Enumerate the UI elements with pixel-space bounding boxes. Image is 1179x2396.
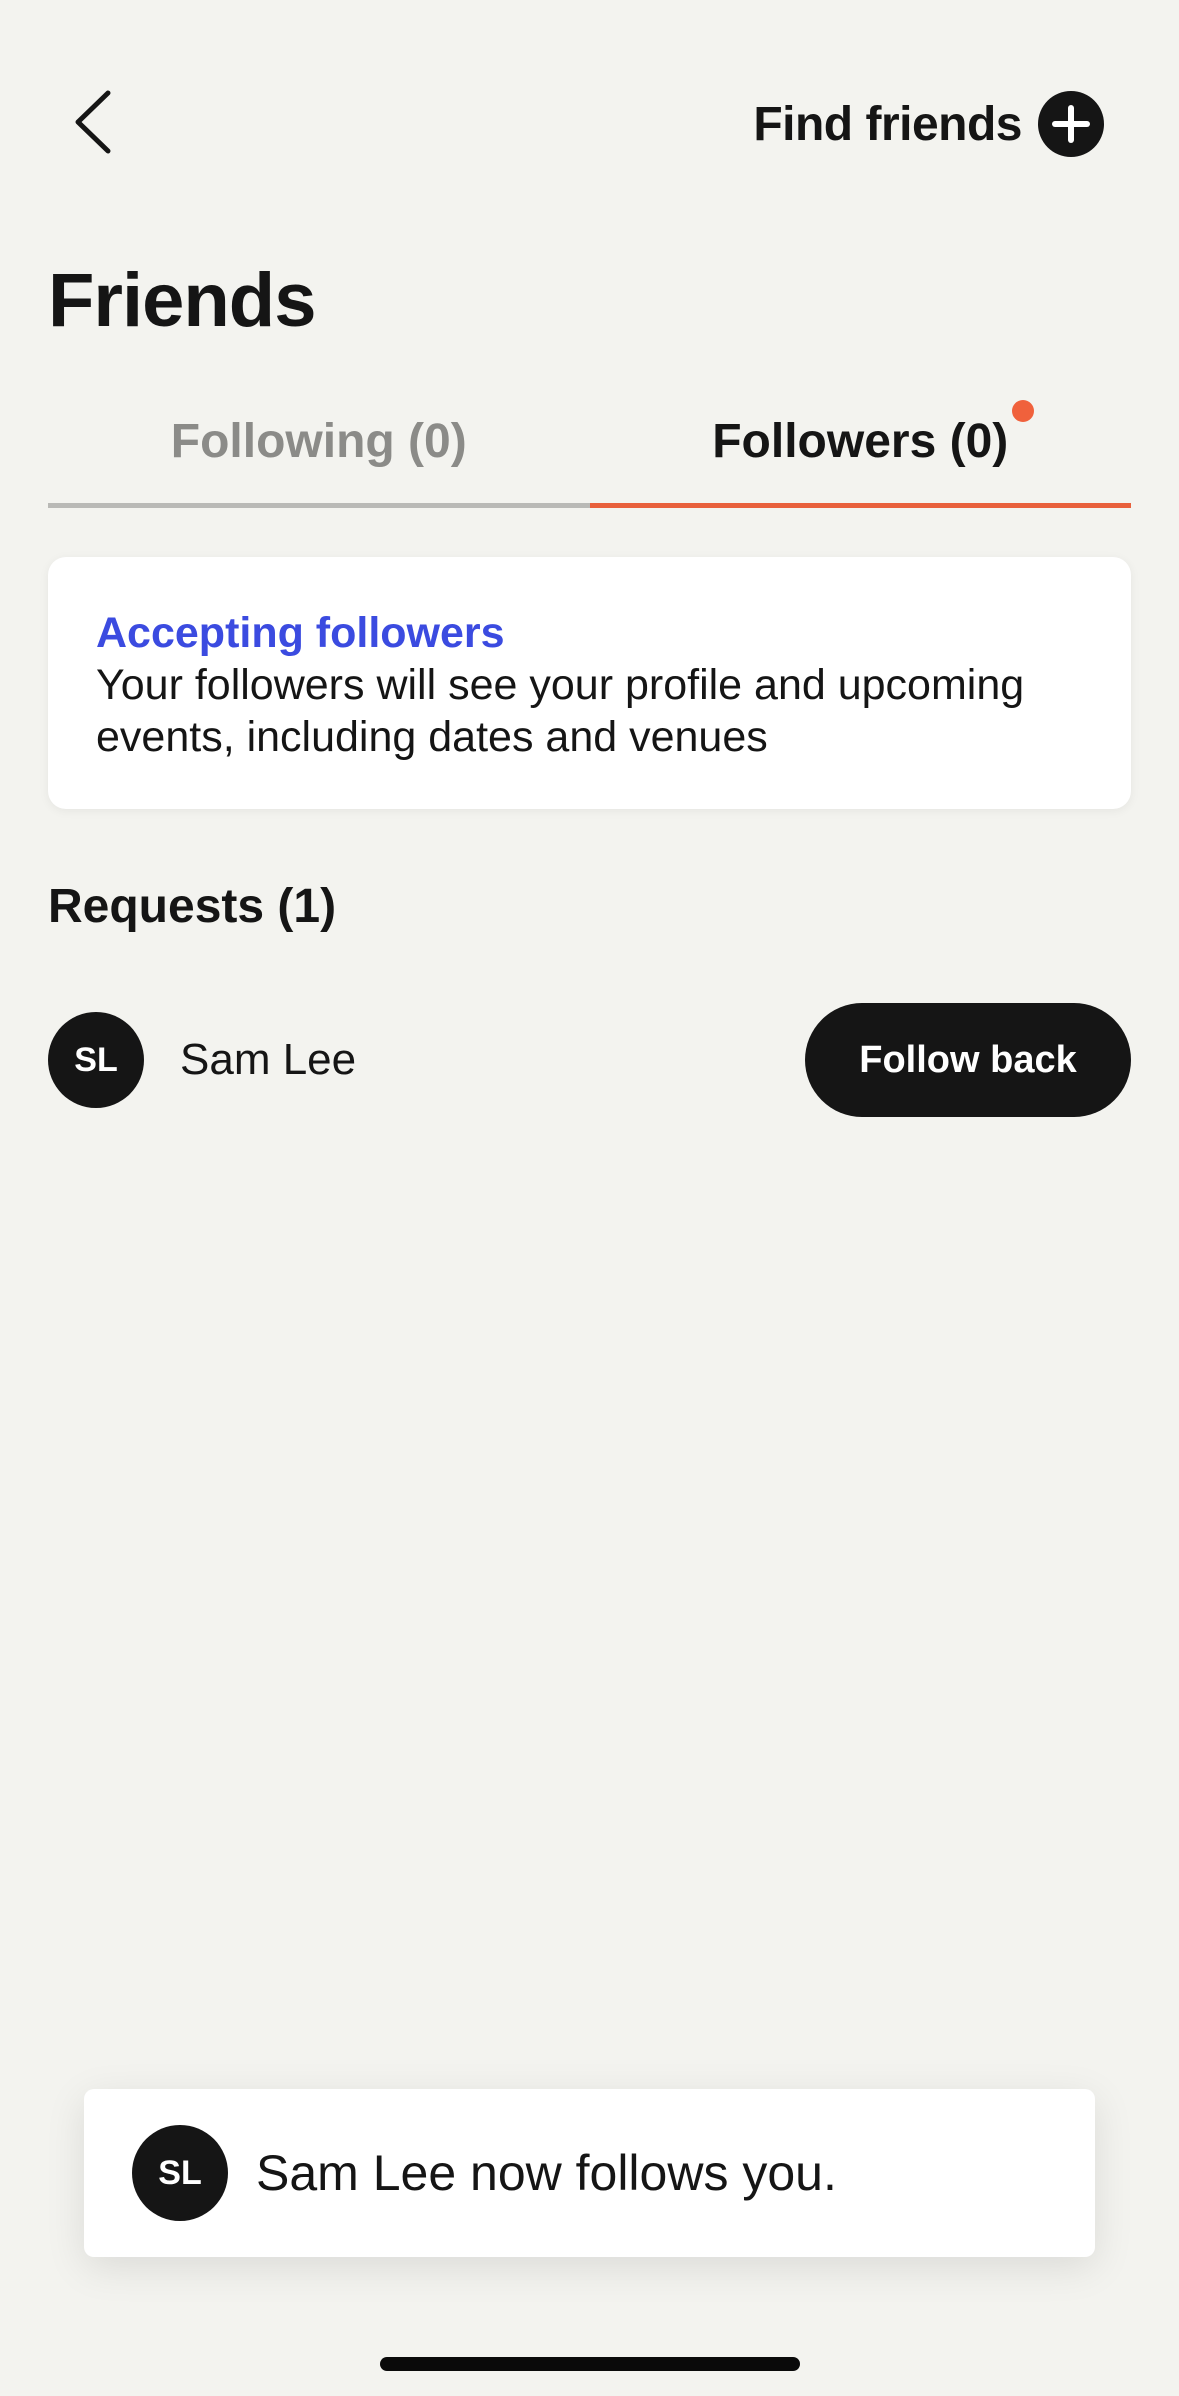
follow-back-button[interactable]: Follow back bbox=[805, 1003, 1131, 1117]
find-friends-label: Find friends bbox=[753, 97, 1022, 151]
chevron-left-icon bbox=[75, 90, 111, 154]
info-card-title: Accepting followers bbox=[96, 609, 505, 657]
tab-following-label: Following (0) bbox=[170, 415, 467, 468]
avatar[interactable]: SL bbox=[48, 1012, 144, 1108]
toast-avatar: SL bbox=[132, 2125, 228, 2221]
tab-followers[interactable]: Followers (0) bbox=[589, 400, 1131, 508]
tab-bar: Following (0) Followers (0) bbox=[48, 400, 1131, 508]
tab-followers-label: Followers (0) bbox=[712, 415, 1009, 468]
request-user-name[interactable]: Sam Lee bbox=[180, 1035, 805, 1085]
toast-notification[interactable]: SL Sam Lee now follows you. bbox=[84, 2089, 1095, 2257]
request-list-item: SL Sam Lee Follow back bbox=[48, 1003, 1131, 1117]
tab-followers-label-wrap: Followers (0) bbox=[712, 400, 1035, 469]
home-indicator[interactable] bbox=[380, 2357, 800, 2371]
find-friends-button[interactable]: Find friends bbox=[753, 88, 1104, 160]
accepting-followers-card: Accepting followers Your followers will … bbox=[48, 557, 1131, 809]
tab-following[interactable]: Following (0) bbox=[48, 400, 590, 508]
page-title: Friends bbox=[48, 258, 316, 343]
toast-message: Sam Lee now follows you. bbox=[256, 2145, 837, 2201]
requests-heading: Requests (1) bbox=[48, 880, 337, 933]
plus-circle-icon bbox=[1038, 91, 1104, 157]
notification-dot bbox=[1012, 400, 1035, 422]
back-button[interactable] bbox=[52, 72, 132, 172]
info-card-body: Your followers will see your profile and… bbox=[96, 661, 1025, 761]
